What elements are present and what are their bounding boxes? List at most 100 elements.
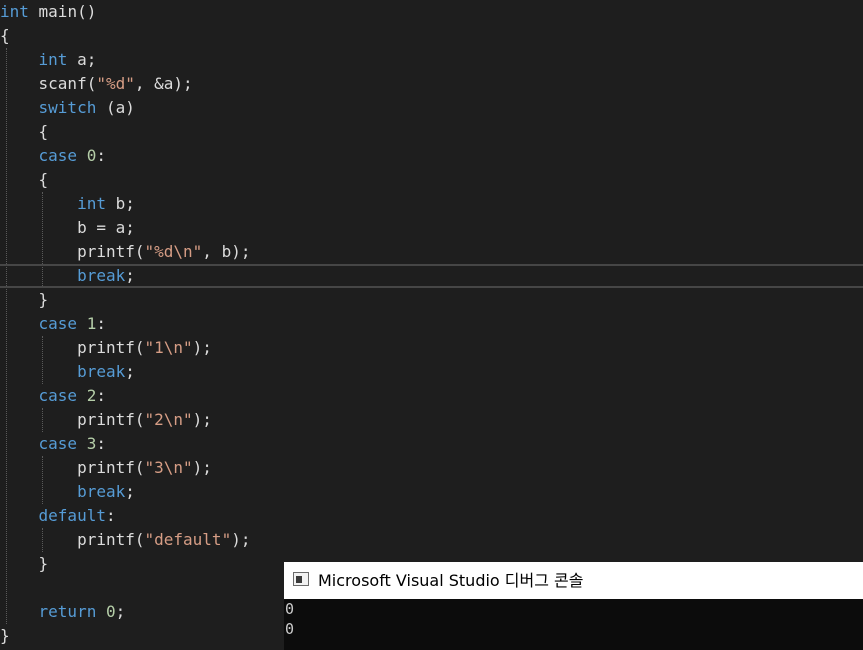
code-token: "2\n" — [144, 410, 193, 429]
code-token: "%d" — [96, 74, 135, 93]
code-token: break — [77, 266, 126, 285]
code-token: ); — [231, 530, 251, 549]
console-output: 0 0 — [284, 599, 863, 650]
code-token: int — [77, 194, 106, 213]
code-line[interactable]: int main() — [0, 0, 863, 24]
code-token: ; — [115, 602, 126, 621]
code-token: main() — [28, 2, 97, 21]
code-line[interactable]: break; — [0, 480, 863, 504]
code-token: "%d\n" — [144, 242, 203, 261]
code-token: 1 — [86, 314, 97, 333]
code-token: 2 — [86, 386, 97, 405]
code-token: : — [105, 506, 116, 525]
code-token: printf( — [0, 410, 145, 429]
code-token: 3 — [86, 434, 97, 453]
code-line[interactable]: case 1: — [0, 312, 863, 336]
code-token: break — [77, 482, 126, 501]
code-token: 0 — [105, 602, 116, 621]
code-line[interactable]: case 0: — [0, 144, 863, 168]
debug-console-window[interactable]: Microsoft Visual Studio 디버그 콘솔 0 0 — [284, 562, 863, 650]
code-line[interactable]: { — [0, 120, 863, 144]
code-token: , &a); — [134, 74, 193, 93]
code-token: printf( — [0, 242, 145, 261]
code-token: break — [77, 362, 126, 381]
code-line[interactable]: break; — [0, 360, 863, 384]
code-token: , b); — [202, 242, 251, 261]
code-token: { — [0, 122, 49, 141]
code-token: b; — [105, 194, 135, 213]
code-token: ; — [125, 362, 135, 381]
code-line[interactable]: switch (a) — [0, 96, 863, 120]
code-line[interactable]: printf("%d\n", b); — [0, 240, 863, 264]
code-line[interactable]: printf("default"); — [0, 528, 863, 552]
code-token: switch — [38, 98, 97, 117]
console-window-icon — [293, 572, 309, 586]
code-line[interactable]: case 2: — [0, 384, 863, 408]
console-output-line: 0 — [285, 600, 295, 618]
code-token: return — [38, 602, 97, 621]
code-line[interactable]: printf("1\n"); — [0, 336, 863, 360]
code-line[interactable]: { — [0, 168, 863, 192]
code-token: } — [0, 554, 49, 573]
code-token: a; — [67, 50, 97, 69]
code-token: : — [96, 314, 106, 333]
code-line[interactable]: scanf("%d", &a); — [0, 72, 863, 96]
code-token: } — [0, 626, 10, 645]
code-token: case — [38, 434, 78, 453]
code-token: ); — [192, 458, 212, 477]
code-token: "3\n" — [144, 458, 193, 477]
code-line[interactable]: b = a; — [0, 216, 863, 240]
code-token: ); — [192, 410, 212, 429]
console-title-bar[interactable]: Microsoft Visual Studio 디버그 콘솔 — [284, 562, 863, 599]
code-token: printf( — [0, 530, 145, 549]
code-token: : — [96, 386, 106, 405]
code-editor[interactable]: int main() { int a; scanf("%d", &a); swit… — [0, 0, 863, 650]
code-token: int — [38, 50, 68, 69]
code-token: case — [38, 386, 78, 405]
console-title: Microsoft Visual Studio 디버그 콘솔 — [318, 571, 584, 590]
code-line[interactable]: printf("2\n"); — [0, 408, 863, 432]
code-token: (a) — [96, 98, 135, 117]
code-line[interactable]: printf("3\n"); — [0, 456, 863, 480]
code-token: case — [38, 314, 78, 333]
code-token: ; — [125, 266, 135, 285]
code-token: case — [38, 146, 78, 165]
code-line[interactable]: break; — [0, 264, 863, 288]
code-token: { — [0, 170, 49, 189]
code-token: printf( — [0, 338, 145, 357]
code-token: ; — [125, 482, 135, 501]
code-token: : — [96, 434, 106, 453]
code-line[interactable]: default: — [0, 504, 863, 528]
code-token: : — [96, 146, 106, 165]
code-token: b = a; — [0, 218, 135, 237]
code-token: 0 — [86, 146, 97, 165]
console-output-line: 0 — [285, 620, 295, 638]
code-line[interactable]: case 3: — [0, 432, 863, 456]
code-token: } — [0, 290, 49, 309]
code-token: int — [0, 2, 29, 21]
code-token: { — [0, 26, 10, 45]
code-token: printf( — [0, 458, 145, 477]
code-token: "1\n" — [144, 338, 193, 357]
code-token: "default" — [144, 530, 232, 549]
code-line[interactable]: { — [0, 24, 863, 48]
code-line[interactable]: int a; — [0, 48, 863, 72]
code-line[interactable]: int b; — [0, 192, 863, 216]
code-token: scanf( — [0, 74, 97, 93]
code-line[interactable]: } — [0, 288, 863, 312]
